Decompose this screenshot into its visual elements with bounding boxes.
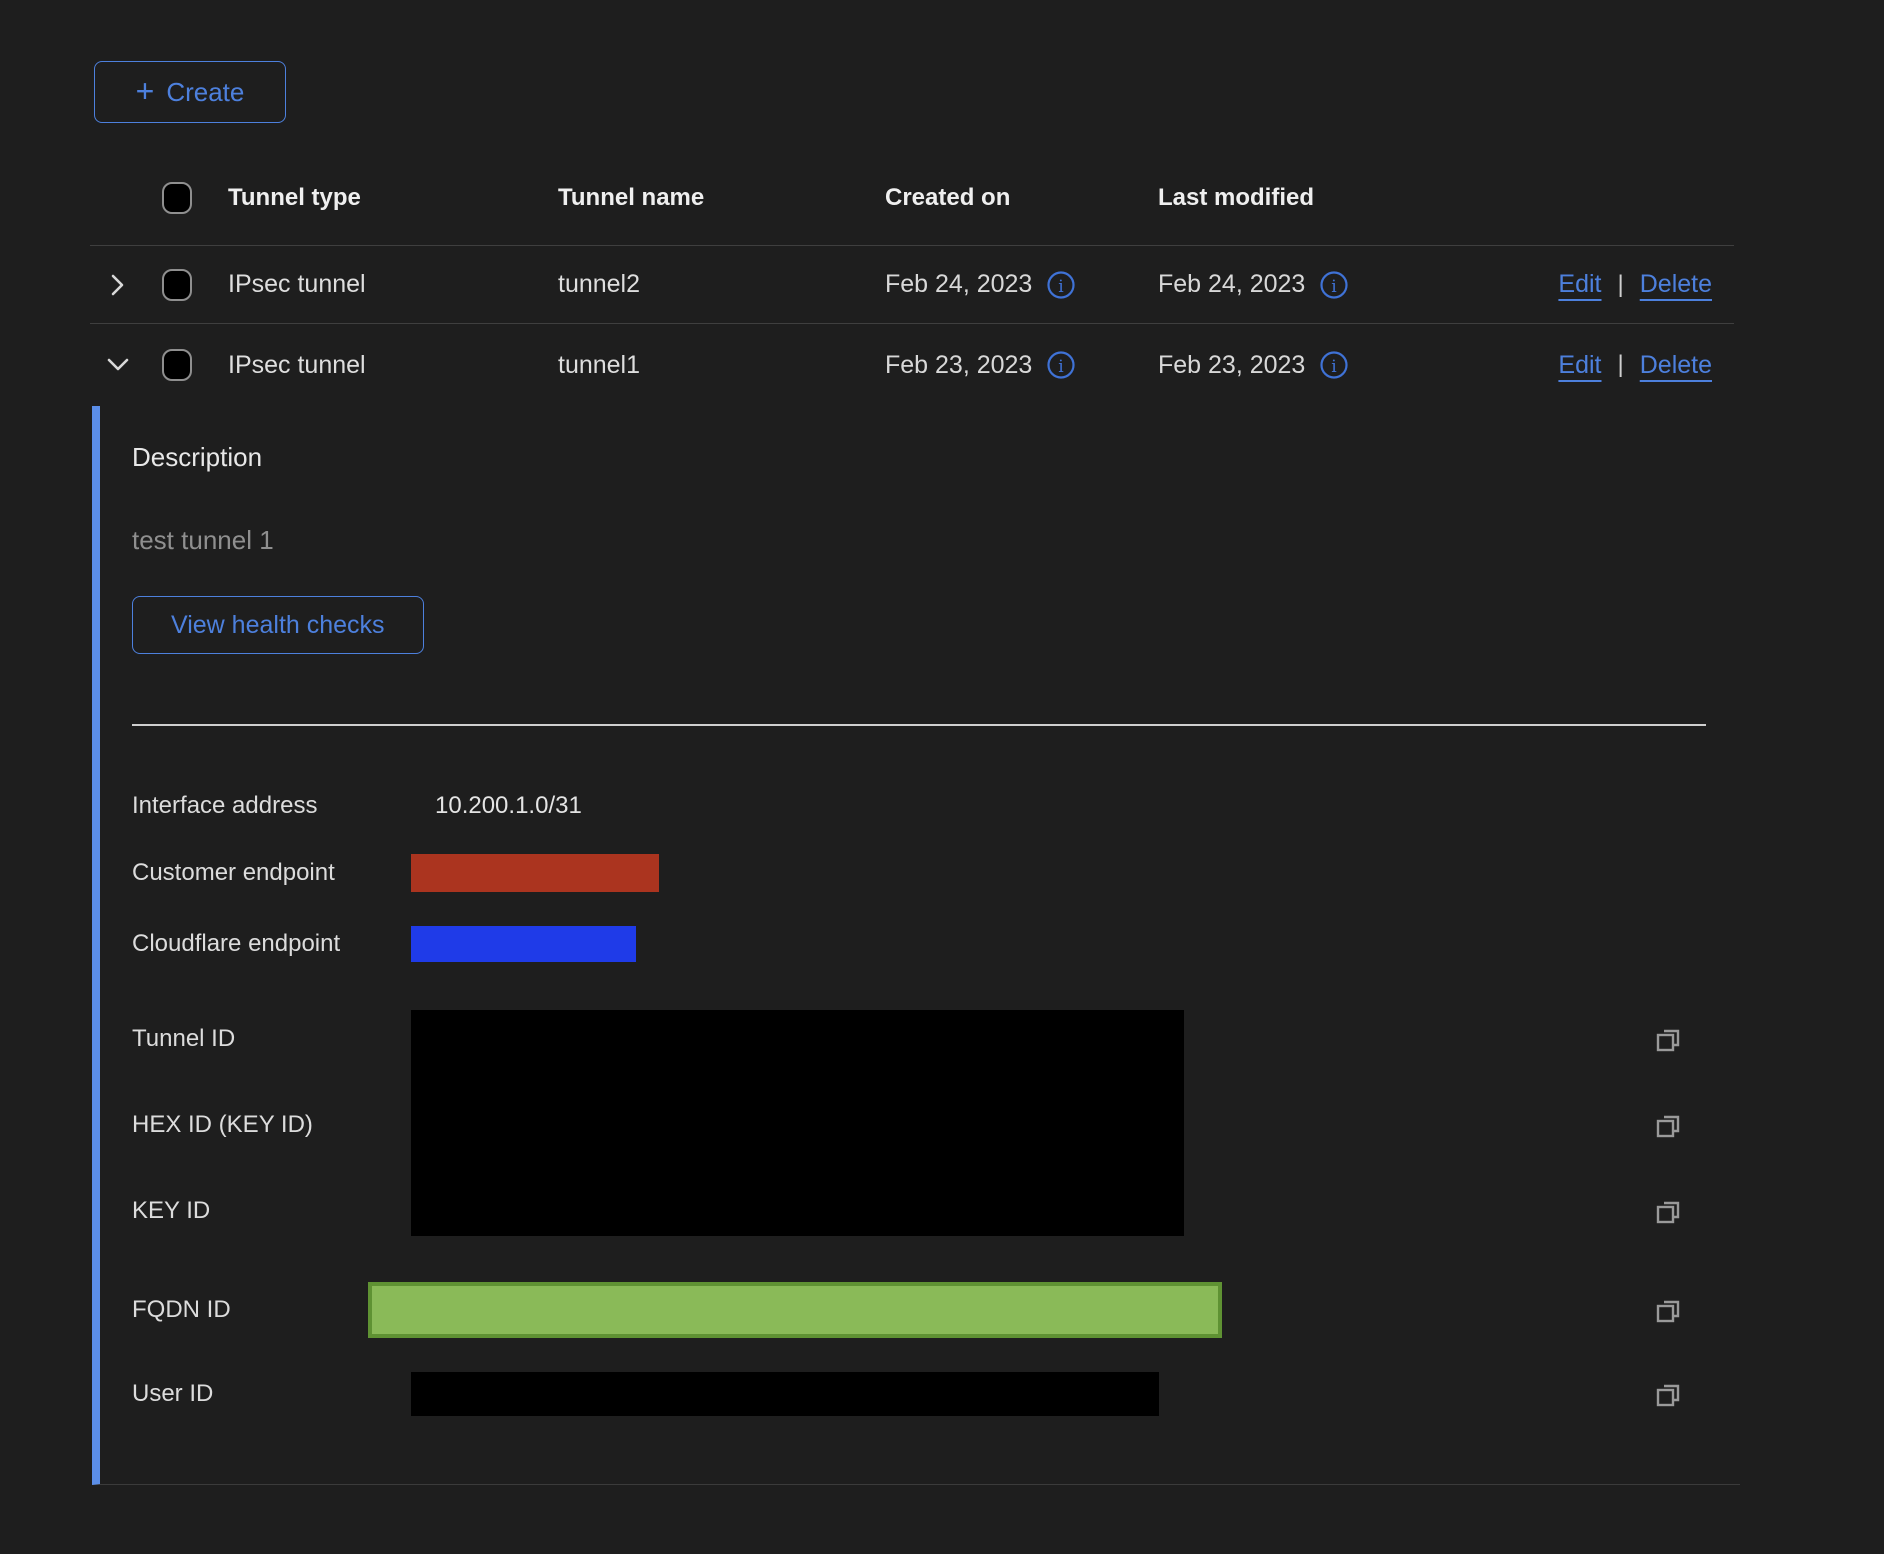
info-icon[interactable]: [1319, 350, 1349, 380]
info-icon[interactable]: [1319, 270, 1349, 300]
tunnels-page: + Create Tunnel type Tunnel name Created…: [0, 0, 1884, 1554]
fqdn-id-redacted-value: [368, 1282, 1222, 1338]
header-tunnel-type: Tunnel type: [228, 184, 558, 212]
copy-key-id-button[interactable]: [1653, 1196, 1683, 1226]
create-button[interactable]: + Create: [94, 61, 286, 123]
customer-endpoint-label: Customer endpoint: [132, 859, 411, 887]
cloudflare-endpoint-row: Cloudflare endpoint: [132, 926, 1740, 962]
header-last-modified: Last modified: [1158, 184, 1542, 212]
copy-user-id-button[interactable]: [1653, 1379, 1683, 1409]
tunnel-type-cell: IPsec tunnel: [228, 351, 558, 380]
cloudflare-endpoint-label: Cloudflare endpoint: [132, 930, 411, 958]
interface-address-label: Interface address: [132, 792, 411, 820]
row-checkbox[interactable]: [162, 349, 192, 381]
table-row: IPsec tunnel tunnel2 Feb 24, 2023 Feb 24…: [90, 246, 1734, 324]
copy-hex-id-button[interactable]: [1653, 1110, 1683, 1140]
description-heading: Description: [132, 442, 1740, 473]
tunnels-table: Tunnel type Tunnel name Created on Last …: [90, 150, 1734, 1485]
copy-icon: [1653, 1110, 1683, 1140]
user-id-redacted-value: [411, 1372, 1159, 1416]
info-icon[interactable]: [1046, 350, 1076, 380]
create-button-label: Create: [166, 77, 244, 108]
edit-link[interactable]: Edit: [1558, 351, 1601, 380]
chevron-down-icon: [104, 351, 132, 379]
key-id-label: KEY ID: [132, 1197, 210, 1225]
select-all-checkbox[interactable]: [162, 182, 192, 214]
header-created-on: Created on: [885, 184, 1158, 212]
view-health-checks-button[interactable]: View health checks: [132, 596, 424, 654]
collapse-row-button[interactable]: [104, 351, 132, 379]
created-on-cell: Feb 23, 2023: [885, 351, 1032, 380]
fqdn-id-row: FQDN ID: [132, 1282, 1740, 1338]
actions-separator: |: [1618, 271, 1624, 299]
tunnel-type-cell: IPsec tunnel: [228, 270, 558, 299]
delete-link[interactable]: Delete: [1640, 270, 1712, 299]
copy-tunnel-id-button[interactable]: [1653, 1024, 1683, 1054]
expand-row-button[interactable]: [104, 271, 132, 299]
delete-link[interactable]: Delete: [1640, 351, 1712, 380]
row-checkbox[interactable]: [162, 269, 192, 301]
user-id-row: User ID: [132, 1372, 1740, 1416]
copy-icon: [1653, 1379, 1683, 1409]
edit-link[interactable]: Edit: [1558, 270, 1601, 299]
copy-fqdn-id-button[interactable]: [1653, 1295, 1683, 1325]
cloudflare-endpoint-redacted-value: [411, 926, 636, 962]
customer-endpoint-redacted-value: [411, 854, 659, 892]
tunnel-name-cell: tunnel1: [558, 351, 885, 380]
header-tunnel-name: Tunnel name: [558, 184, 885, 212]
chevron-right-icon: [104, 271, 132, 299]
user-id-label: User ID: [132, 1380, 411, 1408]
section-divider: [132, 724, 1706, 726]
created-on-cell: Feb 24, 2023: [885, 270, 1032, 299]
info-icon[interactable]: [1046, 270, 1076, 300]
tunnel-name-cell: tunnel2: [558, 270, 885, 299]
last-modified-cell: Feb 23, 2023: [1158, 351, 1305, 380]
tunnel-ids-redacted-value: [411, 1010, 1184, 1236]
table-row: IPsec tunnel tunnel1 Feb 23, 2023 Feb 23…: [90, 324, 1734, 406]
copy-icon: [1653, 1295, 1683, 1325]
description-text: test tunnel 1: [132, 525, 1740, 556]
last-modified-cell: Feb 24, 2023: [1158, 270, 1305, 299]
interface-address-row: Interface address 10.200.1.0/31: [132, 792, 1740, 820]
expanded-tunnel-panel: Description test tunnel 1 View health ch…: [92, 406, 1740, 1485]
plus-icon: +: [136, 75, 155, 107]
copy-icon: [1653, 1024, 1683, 1054]
tunnel-ids-group: Tunnel ID HEX ID (KEY ID) KEY ID: [132, 996, 1740, 1254]
interface-address-value: 10.200.1.0/31: [411, 792, 1630, 820]
hex-id-label: HEX ID (KEY ID): [132, 1111, 313, 1139]
copy-icon: [1653, 1196, 1683, 1226]
actions-separator: |: [1618, 351, 1624, 379]
customer-endpoint-row: Customer endpoint: [132, 854, 1740, 892]
table-header-row: Tunnel type Tunnel name Created on Last …: [90, 150, 1734, 246]
tunnel-id-label: Tunnel ID: [132, 1025, 235, 1053]
